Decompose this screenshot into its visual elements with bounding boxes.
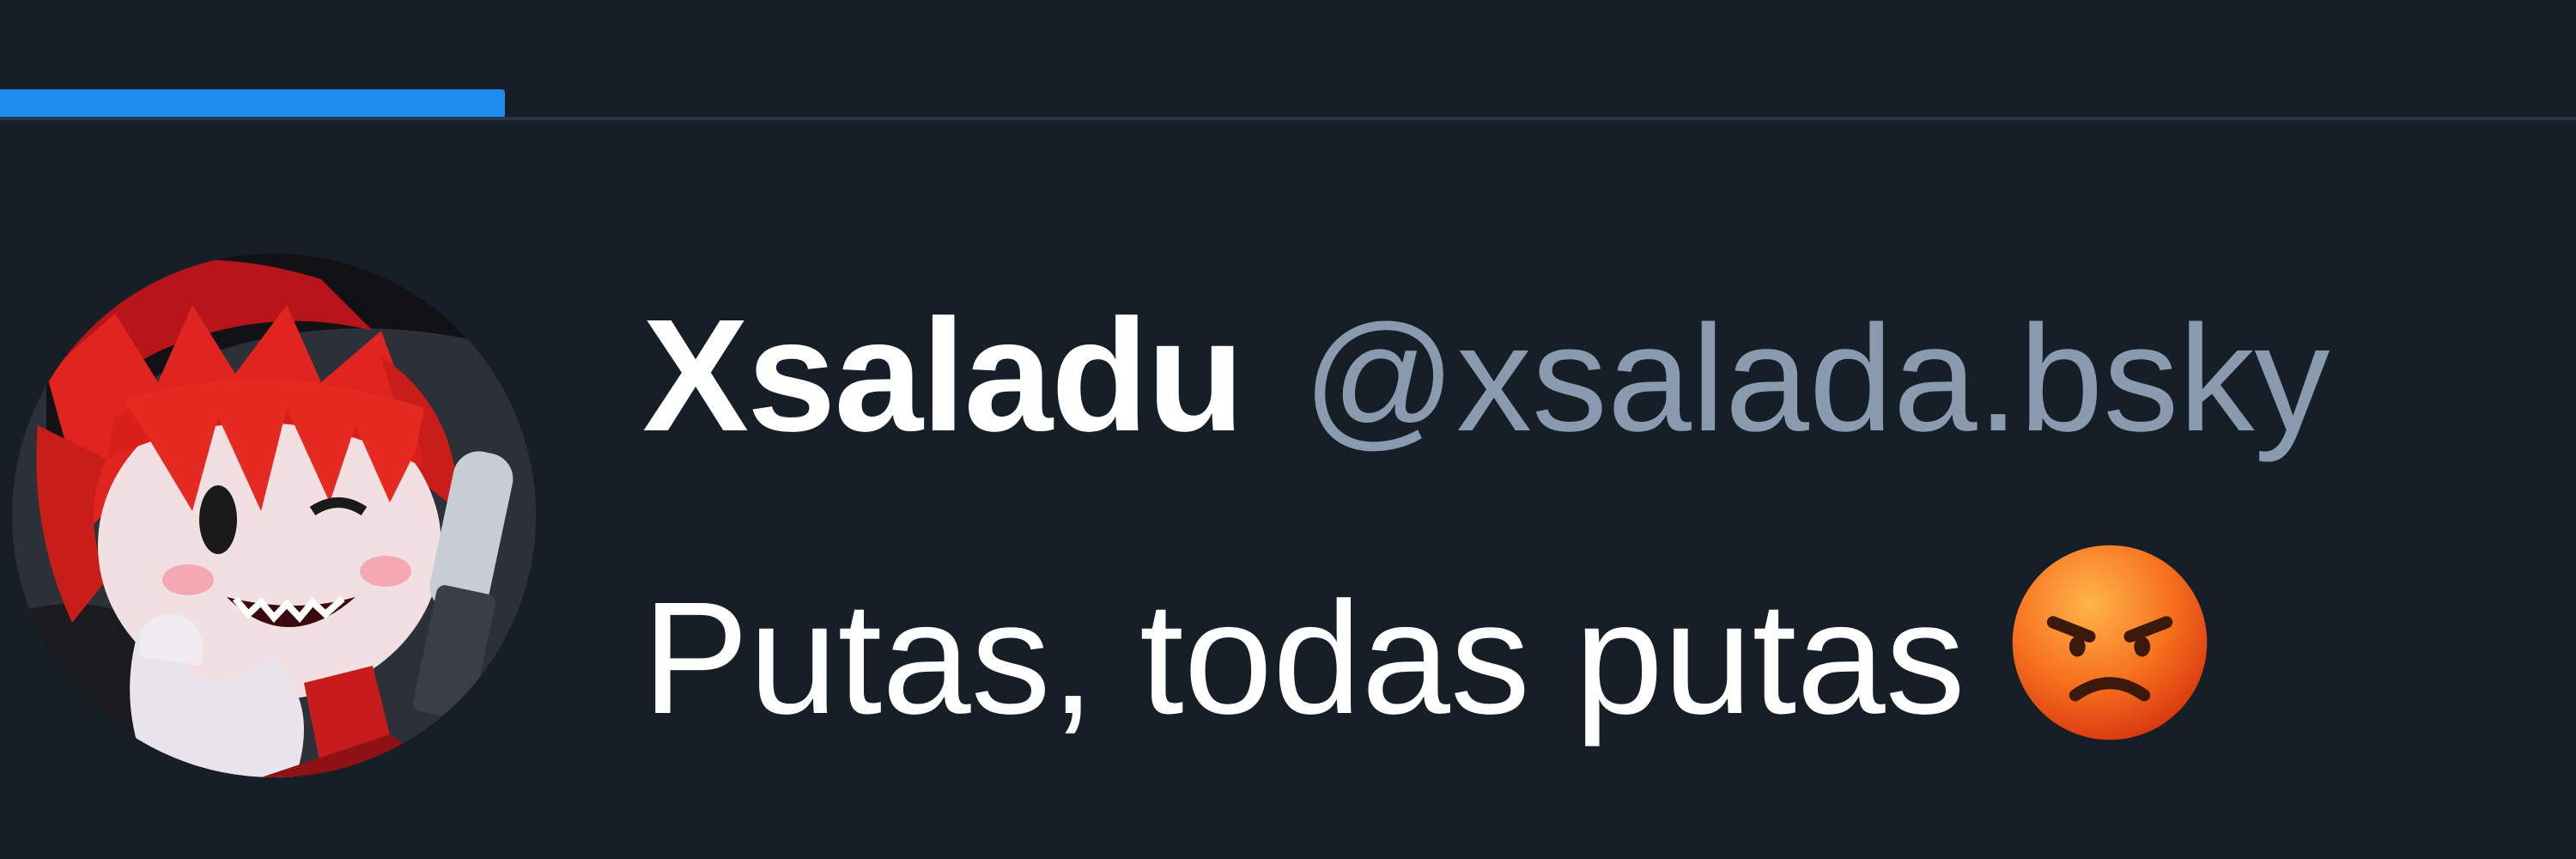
feed-tab-bar — [0, 0, 2576, 125]
active-tab-indicator[interactable] — [0, 89, 505, 119]
post-item[interactable]: Xsaladu @xsalada.bsky Putas, todas putas — [0, 125, 2576, 859]
author-avatar[interactable] — [12, 253, 536, 777]
author-handle[interactable]: @xsalada.bsky — [1303, 295, 2330, 463]
post-text-content: Putas, todas putas — [642, 570, 1965, 747]
author-line: Xsaladu @xsalada.bsky — [642, 296, 2330, 456]
anime-avatar-icon — [12, 253, 536, 777]
post-text: Putas, todas putas — [642, 541, 2211, 744]
tab-divider — [0, 117, 2576, 120]
author-display-name[interactable]: Xsaladu — [642, 287, 1244, 465]
angry-face-emoji-icon — [2012, 545, 2207, 740]
